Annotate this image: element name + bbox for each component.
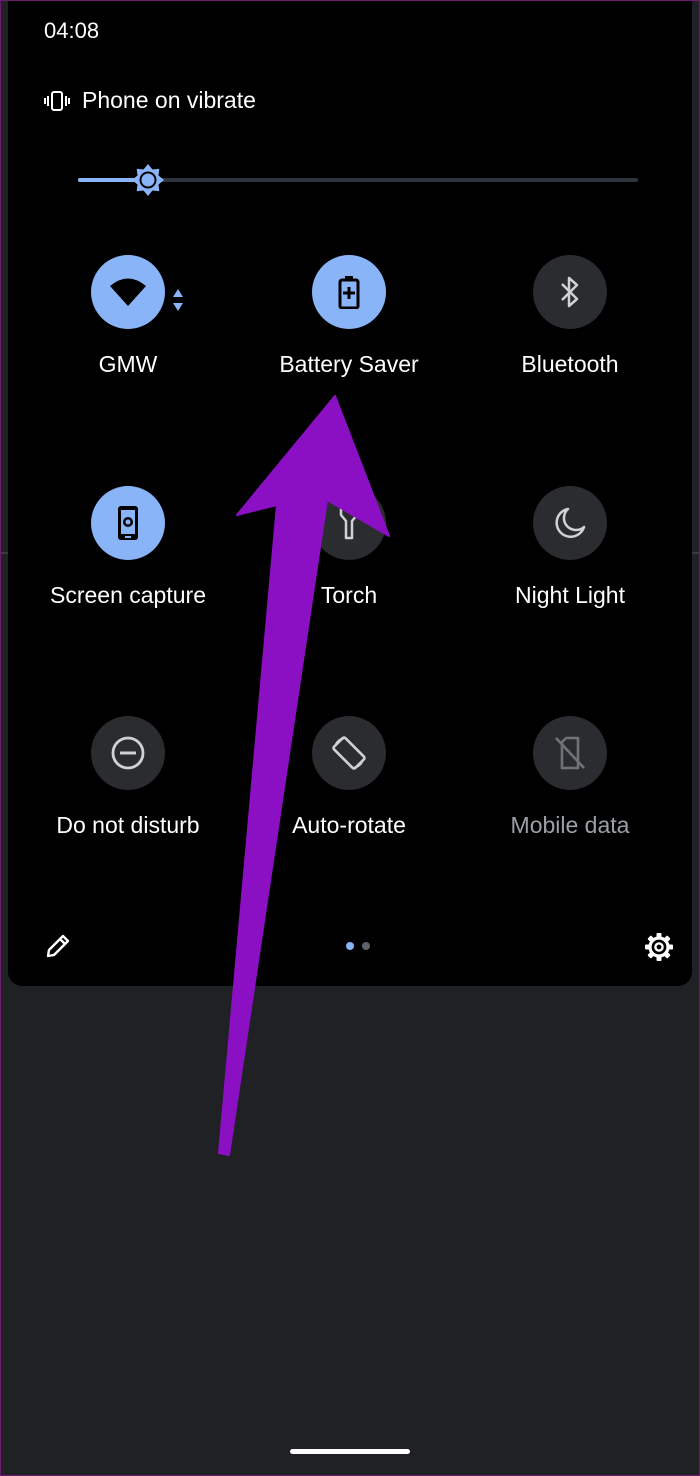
annotation-arrow (218, 395, 390, 1156)
